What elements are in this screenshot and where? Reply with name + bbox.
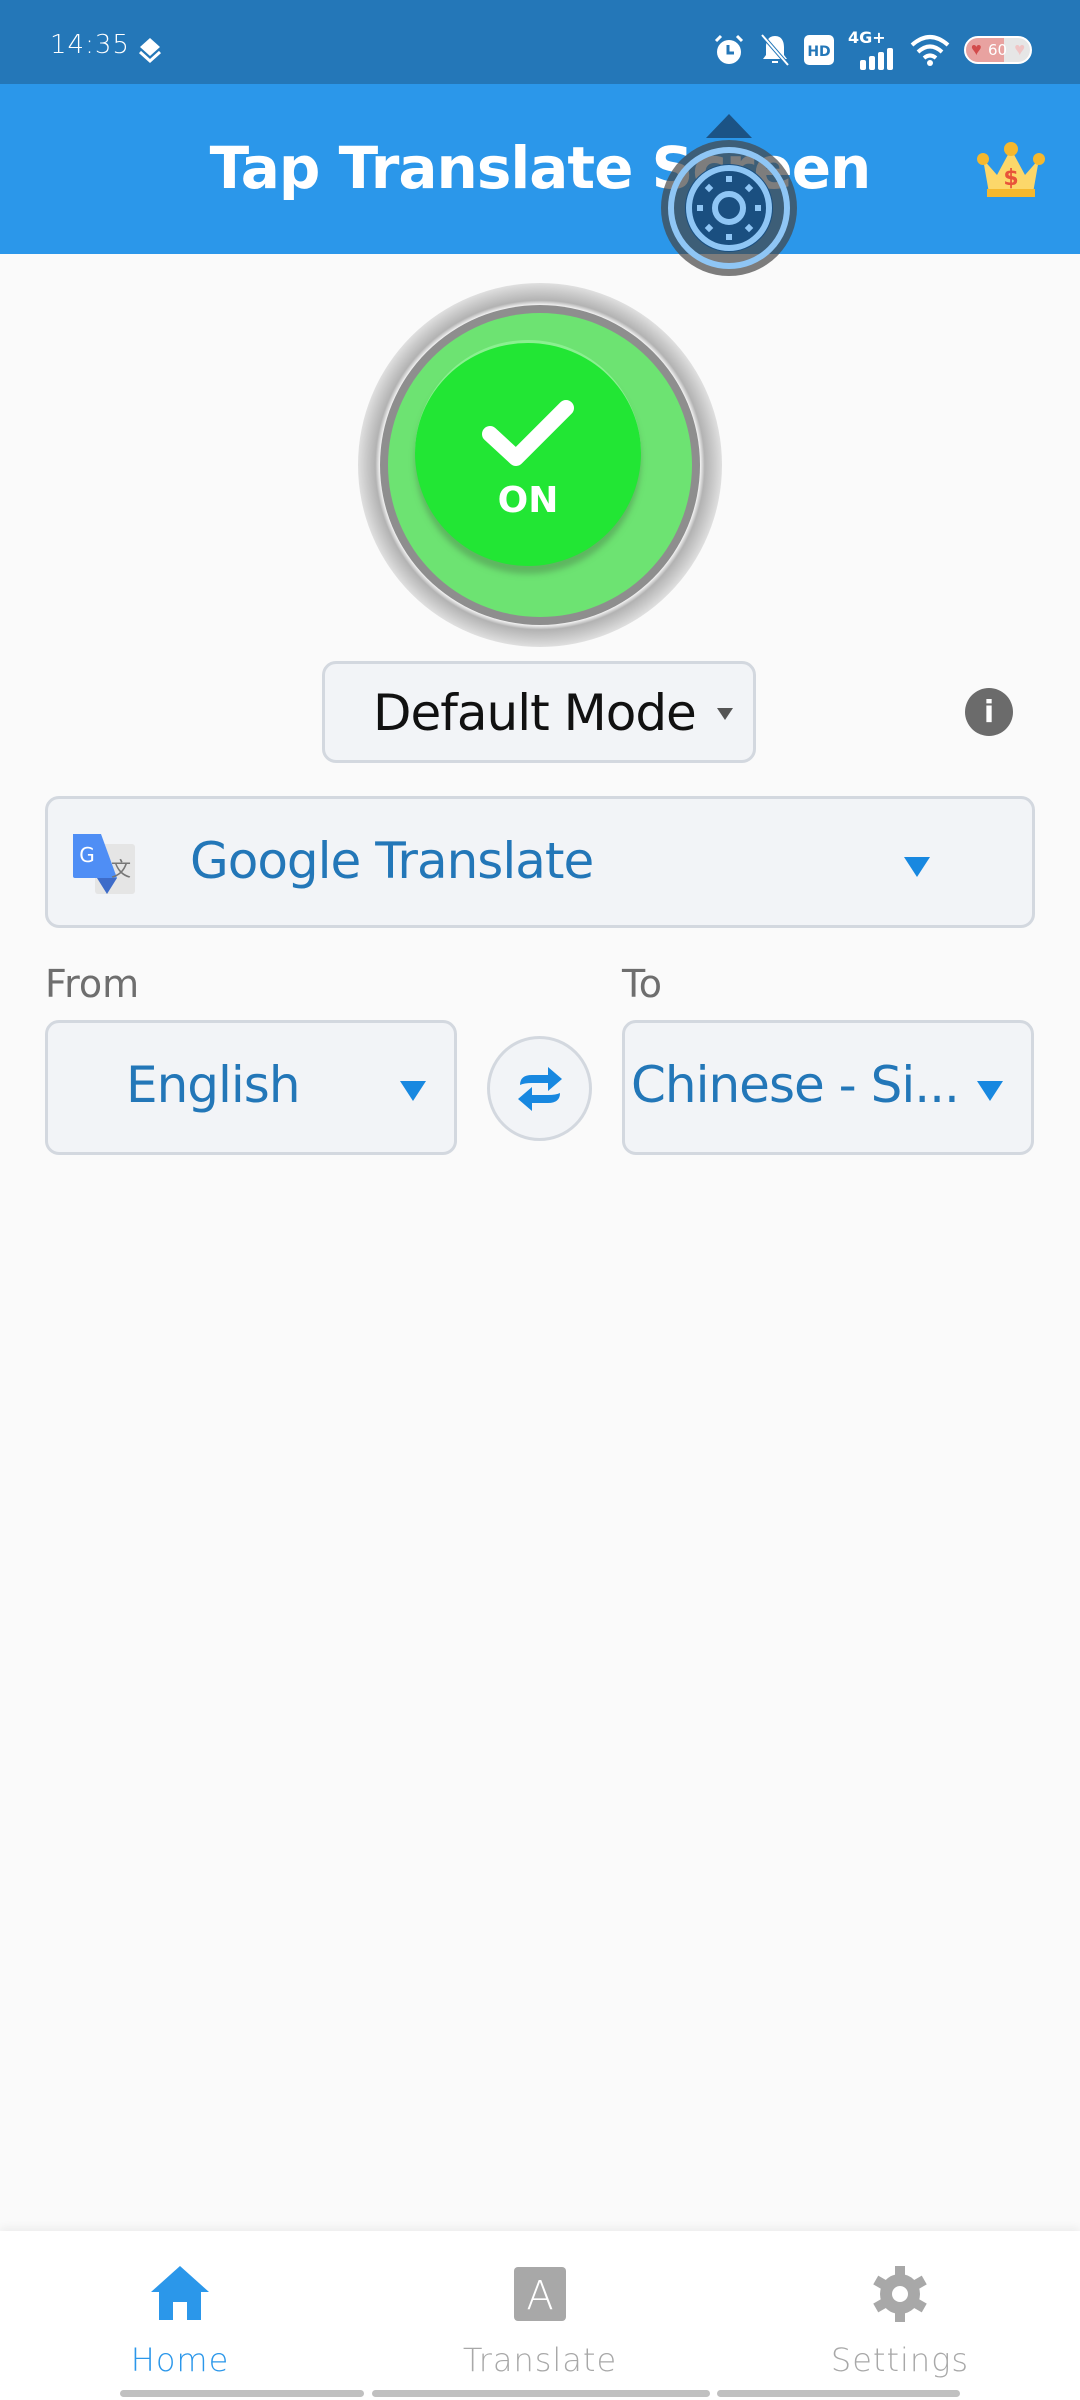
home-icon bbox=[151, 2266, 209, 2320]
engine-dropdown[interactable]: G 文 Google Translate bbox=[45, 796, 1035, 928]
nav-item-translate[interactable]: A Translate bbox=[390, 2231, 690, 2381]
gesture-bar-segment bbox=[120, 2390, 364, 2397]
nav-label-settings: Settings bbox=[830, 2341, 970, 2379]
svg-text:HD: HD bbox=[807, 44, 830, 60]
info-icon: i bbox=[983, 694, 995, 730]
nav-item-home[interactable]: Home bbox=[30, 2231, 330, 2381]
translate-icon: A bbox=[514, 2267, 566, 2321]
nav-label-home: Home bbox=[130, 2341, 230, 2379]
status-time: 14:35 bbox=[50, 30, 130, 60]
app-bar: Tap Translate Screen $ bbox=[0, 84, 1080, 254]
info-button[interactable]: i bbox=[965, 688, 1013, 736]
app-title: Tap Translate Screen bbox=[209, 134, 872, 202]
network-type: 4G+ bbox=[848, 28, 886, 47]
nav-label-translate: Translate bbox=[462, 2341, 618, 2379]
status-icons: HD 4G+ ♥ 60 ♥ bbox=[712, 28, 1032, 70]
wifi-icon bbox=[910, 35, 950, 66]
power-state-label: ON bbox=[497, 480, 559, 521]
signal-icon: 4G+ bbox=[848, 28, 896, 70]
chevron-down-icon bbox=[717, 708, 733, 720]
swap-languages-button[interactable] bbox=[487, 1036, 592, 1141]
from-language-value: English bbox=[126, 1056, 301, 1114]
status-bar: 14:35 HD 4G+ ♥ 60 ♥ bbox=[0, 0, 1080, 84]
nav-item-settings[interactable]: Settings bbox=[750, 2231, 1050, 2381]
mode-selected: Default Mode bbox=[373, 684, 697, 742]
chevron-down-icon bbox=[400, 1081, 426, 1101]
power-toggle[interactable]: ON bbox=[358, 283, 722, 647]
check-icon bbox=[482, 400, 574, 466]
gesture-bar-segment bbox=[717, 2390, 960, 2397]
to-language-dropdown[interactable]: Chinese - Si... bbox=[622, 1020, 1034, 1155]
layers-icon bbox=[138, 38, 162, 64]
hd-icon: HD bbox=[804, 35, 834, 65]
gear-icon bbox=[873, 2266, 927, 2322]
svg-text:G: G bbox=[79, 843, 95, 867]
chevron-down-icon bbox=[977, 1081, 1003, 1101]
battery-level: 60 bbox=[988, 41, 1008, 59]
power-button[interactable]: ON bbox=[415, 340, 641, 566]
chevron-down-icon bbox=[904, 857, 930, 877]
alarm-icon bbox=[714, 34, 744, 64]
from-language-dropdown[interactable]: English bbox=[45, 1020, 457, 1155]
target-icon[interactable] bbox=[654, 108, 804, 280]
svg-text:$: $ bbox=[1003, 166, 1018, 191]
to-label: To bbox=[622, 962, 663, 1006]
battery-icon: ♥ 60 ♥ bbox=[964, 36, 1032, 64]
swap-icon bbox=[517, 1066, 562, 1111]
google-translate-icon: G 文 bbox=[73, 834, 135, 894]
svg-text:A: A bbox=[526, 2273, 553, 2319]
mode-dropdown[interactable]: Default Mode bbox=[322, 661, 756, 763]
from-label: From bbox=[45, 962, 140, 1006]
gesture-bar-segment bbox=[372, 2390, 710, 2397]
to-language-value: Chinese - Si... bbox=[631, 1056, 960, 1114]
svg-text:文: 文 bbox=[111, 857, 131, 881]
crown-icon[interactable]: $ bbox=[975, 139, 1047, 203]
engine-selected: Google Translate bbox=[190, 832, 594, 890]
bottom-nav: Home A Translate Settings bbox=[0, 2231, 1080, 2400]
bell-off-icon bbox=[760, 33, 790, 67]
